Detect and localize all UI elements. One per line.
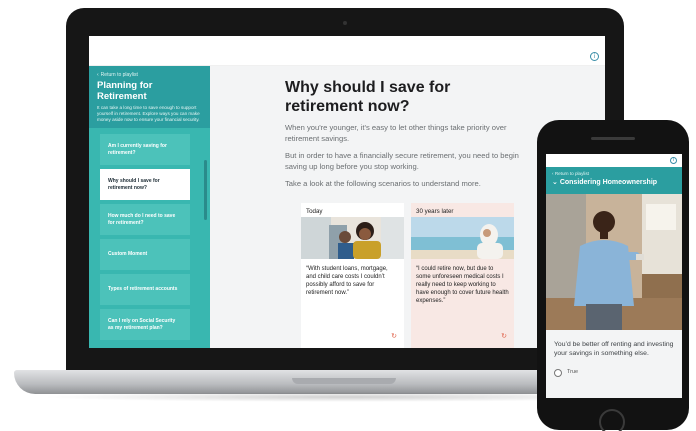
card-quote: “With student loans, mortgage, and child… bbox=[306, 266, 388, 296]
scenario-card-30-years-later[interactable]: 30 years later “I could retire now, but … bbox=[411, 203, 514, 348]
nav-item-currently-saving[interactable]: Am I currently saving for retirement? bbox=[100, 134, 190, 165]
laptop-notch bbox=[292, 378, 396, 384]
info-icon[interactable]: i bbox=[670, 157, 677, 164]
nav-item-account-types[interactable]: Types of retirement accounts bbox=[100, 274, 190, 305]
card-label: Today bbox=[306, 208, 323, 215]
nav-item-why-save-now[interactable]: Why should I save for retirement now? bbox=[100, 169, 190, 200]
return-to-playlist-link[interactable]: ‹ Return to playlist bbox=[552, 171, 676, 176]
phone-speaker bbox=[591, 137, 635, 140]
laptop-camera bbox=[343, 21, 347, 25]
phone-screen: i ‹ Return to playlist ⌄ Considering Hom… bbox=[546, 154, 682, 398]
question-text: You’d be better off renting and investin… bbox=[554, 341, 674, 357]
return-to-playlist-link[interactable]: ‹ Return to playlist bbox=[97, 72, 204, 78]
sidebar-scrollbar[interactable] bbox=[204, 160, 207, 220]
phone-topbar: i bbox=[546, 154, 682, 167]
card-photo-today bbox=[301, 217, 404, 259]
sidebar: ‹ Return to playlist Planning for Retire… bbox=[89, 66, 210, 348]
scenario-card-today[interactable]: Today “With student loans, mortgage, and… bbox=[301, 203, 404, 348]
main-content: Why should I save for retirement now? Wh… bbox=[285, 78, 533, 189]
answer-option-label: True bbox=[567, 369, 579, 375]
card-photo-30-years bbox=[411, 217, 514, 259]
refresh-icon[interactable]: ↻ bbox=[501, 332, 507, 340]
back-link-label: Return to playlist bbox=[100, 72, 138, 78]
answer-option-true[interactable]: True bbox=[554, 368, 674, 377]
sidebar-title: Planning for Retirement bbox=[97, 80, 153, 102]
nav-item-how-much-save[interactable]: How much do I need to save for retiremen… bbox=[100, 204, 190, 235]
chevron-down-icon[interactable]: ⌄ bbox=[552, 179, 560, 186]
page-title: Why should I save for retirement now? bbox=[285, 79, 451, 115]
radio-button[interactable] bbox=[554, 368, 562, 377]
info-icon[interactable]: i bbox=[590, 52, 599, 61]
app-topbar: i bbox=[89, 36, 605, 66]
nav-item-social-security[interactable]: Can I rely on Social Security as my reti… bbox=[100, 309, 190, 340]
paragraph-3: Take a look at the following scenarios t… bbox=[285, 179, 481, 188]
phone-title: ⌄ Considering Homeownership bbox=[552, 179, 658, 186]
card-label: 30 years later bbox=[416, 208, 454, 215]
card-quote: “I could retire now, but due to some unf… bbox=[416, 266, 509, 304]
sidebar-description: It can take a long time to save enough t… bbox=[97, 105, 200, 122]
paragraph-1: When you're younger, it's easy to let ot… bbox=[285, 123, 507, 143]
phone-question-area: You’d be better off renting and investin… bbox=[546, 330, 682, 398]
phone-home-button bbox=[599, 409, 625, 431]
refresh-icon[interactable]: ↻ bbox=[391, 332, 397, 340]
paragraph-2: But in order to have a financially secur… bbox=[285, 151, 519, 171]
phone-header: ‹ Return to playlist ⌄ Considering Homeo… bbox=[546, 167, 682, 194]
lesson-nav-list: Am I currently saving for retirement? Wh… bbox=[100, 134, 191, 344]
chevron-left-icon: ‹ bbox=[97, 72, 99, 78]
nav-item-custom-moment[interactable]: Custom Moment bbox=[100, 239, 190, 270]
sidebar-header: ‹ Return to playlist Planning for Retire… bbox=[89, 66, 210, 128]
phone-photo-man-in-kitchen bbox=[546, 194, 682, 330]
